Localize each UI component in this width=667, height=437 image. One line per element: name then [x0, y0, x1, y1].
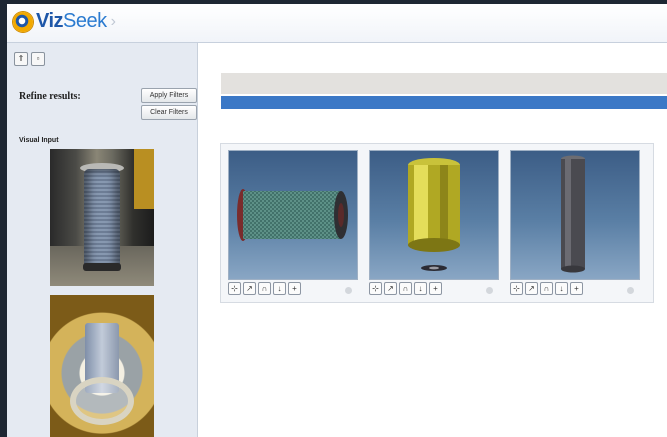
add-icon[interactable]: +	[288, 282, 301, 295]
logo-text: VizSeek	[36, 10, 107, 33]
select-indicator-icon[interactable]	[345, 287, 352, 294]
refine-results-label: Refine results:	[19, 91, 81, 102]
result-toolbar: ⊹ ↗ ∩ ↓ +	[369, 282, 442, 295]
search-similar-icon[interactable]: ⊹	[369, 282, 382, 295]
open-link-icon[interactable]: ↗	[243, 282, 256, 295]
model-view-icon[interactable]: ∩	[540, 282, 553, 295]
result-thumbnail-1[interactable]	[228, 150, 358, 280]
photo-yellow-machine	[134, 149, 154, 209]
result-card[interactable]: ⊹ ↗ ∩ ↓ +	[369, 150, 499, 300]
upload-icon[interactable]: ⇑	[14, 52, 28, 66]
app-window: VizSeek › ⇑ ▫ Refine results: Apply Filt…	[7, 4, 667, 437]
add-icon[interactable]: +	[570, 282, 583, 295]
result-thumbnail-2[interactable]	[369, 150, 499, 280]
clear-filters-button[interactable]: Clear Filters	[141, 105, 197, 120]
apply-filters-button[interactable]: Apply Filters	[141, 88, 197, 103]
vizseek-logo[interactable]: VizSeek ›	[13, 10, 116, 33]
model-view-icon[interactable]: ∩	[258, 282, 271, 295]
yellow-canister-model-icon	[408, 158, 460, 271]
visual-input-label: Visual Input	[19, 137, 59, 144]
results-accent-bar	[221, 96, 667, 109]
breadcrumb-chevron-icon: ›	[110, 12, 116, 30]
result-thumbnail-3[interactable]	[510, 150, 640, 280]
sidebar-mini-toolbar: ⇑ ▫	[14, 52, 45, 66]
result-toolbar: ⊹ ↗ ∩ ↓ +	[228, 282, 301, 295]
select-indicator-icon[interactable]	[627, 287, 634, 294]
filter-sidebar: ⇑ ▫ Refine results: Apply Filters Clear …	[7, 43, 198, 437]
photo-air-filter	[84, 169, 120, 269]
results-area: ‹	[198, 43, 667, 437]
search-similar-icon[interactable]: ⊹	[228, 282, 241, 295]
mesh-cylinder-model-icon	[237, 189, 348, 241]
download-icon[interactable]: ↓	[273, 282, 286, 295]
open-link-icon[interactable]: ↗	[384, 282, 397, 295]
logo-viz: Viz	[36, 10, 64, 32]
vizseek-logo-icon	[13, 11, 33, 32]
clear-input-icon[interactable]: ▫	[31, 52, 45, 66]
result-card[interactable]: ⊹ ↗ ∩ ↓ +	[510, 150, 640, 300]
result-card[interactable]: ⊹ ↗ ∩ ↓ +	[228, 150, 358, 300]
select-indicator-icon[interactable]	[486, 287, 493, 294]
photo-filter-rim	[70, 377, 134, 425]
open-link-icon[interactable]: ↗	[525, 282, 538, 295]
photo-filter-base	[83, 263, 121, 271]
model-view-icon[interactable]: ∩	[399, 282, 412, 295]
visual-input-photo-2[interactable]	[50, 295, 154, 437]
download-icon[interactable]: ↓	[414, 282, 427, 295]
search-similar-icon[interactable]: ⊹	[510, 282, 523, 295]
search-results-strip: ‹	[220, 143, 654, 303]
visual-input-photo-1[interactable]	[50, 149, 154, 286]
logo-seek: Seek	[63, 10, 107, 32]
download-icon[interactable]: ↓	[555, 282, 568, 295]
result-toolbar: ⊹ ↗ ∩ ↓ +	[510, 282, 583, 295]
results-header-bar	[221, 73, 667, 94]
add-icon[interactable]: +	[429, 282, 442, 295]
gray-tube-model-icon	[561, 155, 585, 273]
top-header: VizSeek ›	[7, 4, 667, 43]
